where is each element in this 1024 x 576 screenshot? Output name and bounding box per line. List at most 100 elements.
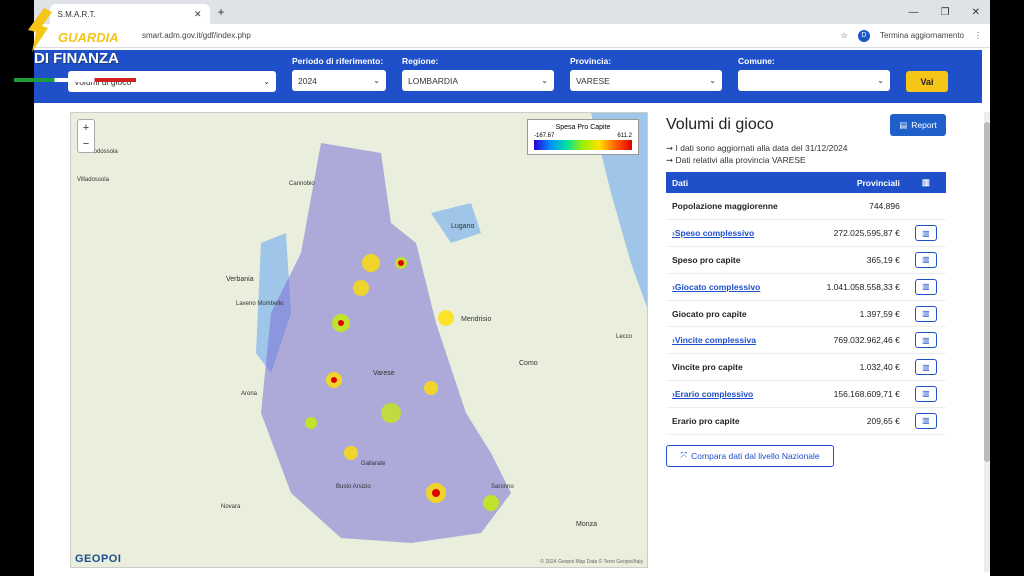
row-chart-cell: ▥	[905, 407, 946, 435]
info-province: Dati relativi alla provincia VARESE	[675, 155, 806, 165]
row-value: 1.397,59 €	[805, 300, 906, 328]
data-table: Dati Provinciali ▥ Popolazione maggioren…	[666, 172, 946, 435]
place-label: Laveno Mombello	[236, 301, 284, 307]
row-label-link[interactable]: ›Erario complessivo	[666, 380, 806, 408]
row-label: Speso pro capite	[666, 246, 806, 274]
row-chart-cell: ▥	[905, 219, 946, 248]
close-tab-icon[interactable]: ✕	[194, 9, 202, 20]
place-label: Gallarate	[361, 461, 386, 467]
map-legend: Spesa Pro Capite -167.67 611.2	[527, 119, 639, 155]
place-label: Mendrisio	[461, 316, 491, 323]
row-chart-cell: ▥	[905, 353, 946, 382]
row-label-link[interactable]: ›Giocato complessivo	[666, 273, 806, 301]
map-canvas: Domodossola Villadossola Cannobio Lugano…	[71, 113, 647, 567]
bookmark-star-icon[interactable]: ☆	[841, 31, 848, 40]
hotspot	[381, 403, 401, 423]
place-label: Cannobio	[289, 181, 315, 187]
table-row: ›Erario complessivo 156.168.609,71 € ▥	[666, 380, 946, 408]
close-window-icon[interactable]: ✕	[972, 7, 980, 18]
update-button[interactable]: Termina aggiornamento	[880, 31, 964, 40]
expand-icon: ⤧	[680, 450, 688, 461]
place-label: Arona	[241, 391, 258, 397]
maximize-icon[interactable]: ❐	[941, 7, 950, 18]
row-value: 1.032,40 €	[805, 353, 906, 382]
profile-avatar[interactable]: D	[857, 29, 870, 42]
heatmap-map[interactable]: Domodossola Villadossola Cannobio Lugano…	[70, 112, 648, 568]
compare-label: Compara dati dal livello Nazionale	[691, 450, 820, 461]
chevron-down-icon: ⌄	[541, 76, 548, 85]
zoom-out-button[interactable]: −	[78, 136, 94, 152]
place-label: Busto Arsizio	[336, 484, 371, 490]
chart-icon[interactable]: ▥	[914, 359, 937, 376]
hotspot	[398, 260, 404, 266]
chevron-down-icon: ⌄	[709, 76, 716, 85]
new-tab-icon[interactable]: +	[218, 5, 225, 19]
info-notes: ➞ I dati sono aggiornati alla data del 3…	[666, 142, 946, 166]
row-label: Giocato pro capite	[666, 300, 806, 328]
report-label: Report	[911, 120, 937, 130]
scrollbar-thumb[interactable]	[984, 122, 990, 462]
page-scrollbar[interactable]	[984, 112, 990, 572]
row-value: 156.168.609,71 €	[805, 380, 906, 408]
logo-line2: DI FINANZA	[34, 50, 119, 67]
row-chart-cell: ▥	[905, 273, 946, 301]
row-chart-cell: ▥	[905, 246, 946, 274]
chart-icon[interactable]: ▥	[914, 225, 937, 242]
chevron-down-icon: ⌄	[373, 76, 380, 85]
row-label: Vincite pro capite	[666, 353, 806, 382]
place-label: Lecco	[616, 334, 633, 340]
hotspot	[344, 446, 358, 460]
hotspot	[438, 310, 454, 326]
document-icon: ▤	[899, 119, 908, 130]
chart-icon[interactable]: ▥	[914, 251, 937, 268]
provincia-value: VARESE	[576, 75, 610, 86]
chart-icon[interactable]: ▥	[914, 305, 937, 322]
filter-bar: Volumi di gioco ⌄ Periodo di riferimento…	[34, 50, 982, 103]
url-field[interactable]: smart.adm.gov.it/gdf/index.php	[142, 31, 841, 40]
row-label-link[interactable]: ›Speso complessivo	[666, 219, 806, 248]
arrow-icon: ➞	[666, 155, 674, 165]
italian-flag-stripe	[14, 78, 136, 82]
more-menu-icon[interactable]: ⋮	[974, 31, 982, 40]
zoom-in-button[interactable]: +	[78, 120, 94, 136]
data-panel: Volumi di gioco ▤ Report ➞ I dati sono a…	[666, 112, 946, 467]
place-label: Verbania	[226, 276, 254, 283]
periodo-select[interactable]: 2024 ⌄	[292, 70, 386, 91]
row-value: 744.896	[805, 193, 906, 221]
hotspot	[432, 489, 440, 497]
row-value: 769.032.962,46 €	[805, 326, 906, 355]
hotspot	[353, 280, 369, 296]
compare-national-button[interactable]: ⤧ Compara dati dal livello Nazionale	[666, 444, 834, 467]
row-label-link[interactable]: ›Vincite complessiva	[666, 326, 806, 355]
table-row: ›Giocato complessivo 1.041.058.558,33 € ▥	[666, 273, 946, 301]
map-attribution: © 2024 Geopoi Map Data © Terre Geopoi/It…	[540, 559, 643, 565]
place-label: Lugano	[451, 223, 474, 230]
table-row: Giocato pro capite 1.397,59 € ▥	[666, 300, 946, 328]
chart-icon[interactable]: ▥	[914, 278, 937, 295]
hotspot	[305, 417, 317, 429]
chevron-down-icon: ⌄	[263, 77, 270, 86]
report-button[interactable]: ▤ Report	[890, 114, 946, 136]
provincia-select[interactable]: VARESE ⌄	[570, 70, 722, 91]
legend-title: Spesa Pro Capite	[555, 124, 611, 131]
col-dati: Dati	[666, 172, 806, 193]
guardia-di-finanza-logo: GUARDIA DI FINANZA VARESE	[14, 6, 138, 82]
chart-icon[interactable]: ▥	[914, 332, 937, 349]
regione-select[interactable]: LOMBARDIA ⌄	[402, 70, 554, 91]
chart-header-icon: ▥	[905, 172, 946, 193]
minimize-icon[interactable]: —	[909, 7, 919, 18]
regione-value: LOMBARDIA	[408, 75, 459, 86]
legend-color-scale	[534, 140, 632, 150]
chart-icon[interactable]: ▥	[914, 385, 937, 402]
legend-min: -167.67	[534, 133, 555, 139]
vai-button[interactable]: Vai	[906, 71, 948, 92]
col-provinciali: Provinciali	[805, 172, 906, 193]
comune-select[interactable]: ⌄	[738, 70, 890, 91]
place-label: Saronno	[491, 484, 514, 490]
comune-label: Comune:	[738, 56, 775, 66]
gdf-emblem-icon	[28, 8, 52, 52]
row-chart-cell: ▥	[905, 326, 946, 355]
chart-icon[interactable]: ▥	[914, 412, 937, 429]
place-label: Varese	[373, 370, 395, 377]
address-bar: smart.adm.gov.it/gdf/index.php ☆ D Termi…	[34, 24, 990, 48]
